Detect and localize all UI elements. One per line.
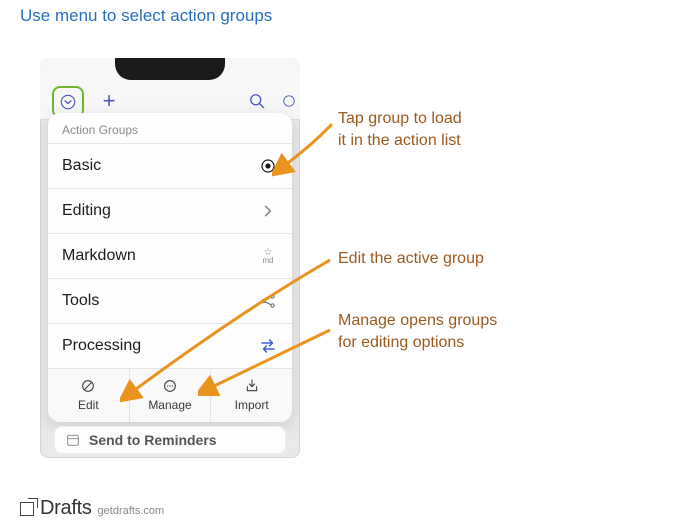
annotation-manage: Manage opens groups for editing options (338, 310, 497, 353)
footer-url: getdrafts.com (98, 505, 165, 517)
action-groups-sheet: Action Groups Basic Editing Markdown ☆md… (48, 113, 292, 422)
reminders-icon (65, 432, 81, 448)
add-button[interactable]: + (96, 88, 122, 114)
import-label: Import (235, 398, 269, 412)
group-item-label: Markdown (62, 247, 136, 265)
footer: Drafts getdrafts.com (20, 497, 164, 520)
drafts-logo-text: Drafts (40, 497, 92, 520)
manage-icon (162, 377, 178, 395)
import-icon (244, 377, 260, 395)
plus-icon: + (103, 88, 116, 114)
annotation-edit-group: Edit the active group (338, 248, 484, 270)
group-item-basic[interactable]: Basic (48, 143, 292, 188)
annotation-tap-group: Tap group to load it in the action list (338, 108, 462, 151)
manage-label: Manage (148, 398, 191, 412)
app-toolbar: + (40, 58, 300, 120)
list-item-label: Send to Reminders (89, 432, 217, 448)
group-item-label: Processing (62, 337, 141, 355)
import-button[interactable]: Import (211, 369, 292, 422)
share-icon (258, 291, 278, 311)
device-notch (115, 58, 225, 80)
group-item-label: Editing (62, 202, 111, 220)
phone-screenshot: + Action Groups Basic Editing (40, 58, 300, 458)
group-item-tools[interactable]: Tools (48, 278, 292, 323)
group-item-processing[interactable]: Processing (48, 323, 292, 368)
search-icon (247, 91, 267, 111)
chevron-right-icon (258, 201, 278, 221)
drafts-logo-icon (20, 502, 34, 516)
group-item-editing[interactable]: Editing (48, 188, 292, 233)
sheet-header: Action Groups (48, 113, 292, 143)
overflow-icon (282, 91, 296, 111)
swap-icon (258, 336, 278, 356)
search-button[interactable] (244, 88, 270, 114)
group-item-markdown[interactable]: Markdown ☆md (48, 233, 292, 278)
group-item-label: Tools (62, 292, 99, 310)
group-item-label: Basic (62, 157, 101, 175)
sheet-bottom-bar: Edit Manage Import (48, 368, 292, 422)
manage-button[interactable]: Manage (130, 369, 212, 422)
edit-icon (80, 377, 96, 395)
edit-label: Edit (78, 398, 99, 412)
edit-button[interactable]: Edit (48, 369, 130, 422)
chevron-circle-down-icon (59, 93, 77, 111)
target-icon (258, 156, 278, 176)
overflow-button[interactable] (282, 88, 296, 114)
list-item[interactable]: Send to Reminders (54, 426, 286, 454)
markdown-icon: ☆md (258, 246, 278, 266)
page-title: Use menu to select action groups (20, 6, 272, 26)
